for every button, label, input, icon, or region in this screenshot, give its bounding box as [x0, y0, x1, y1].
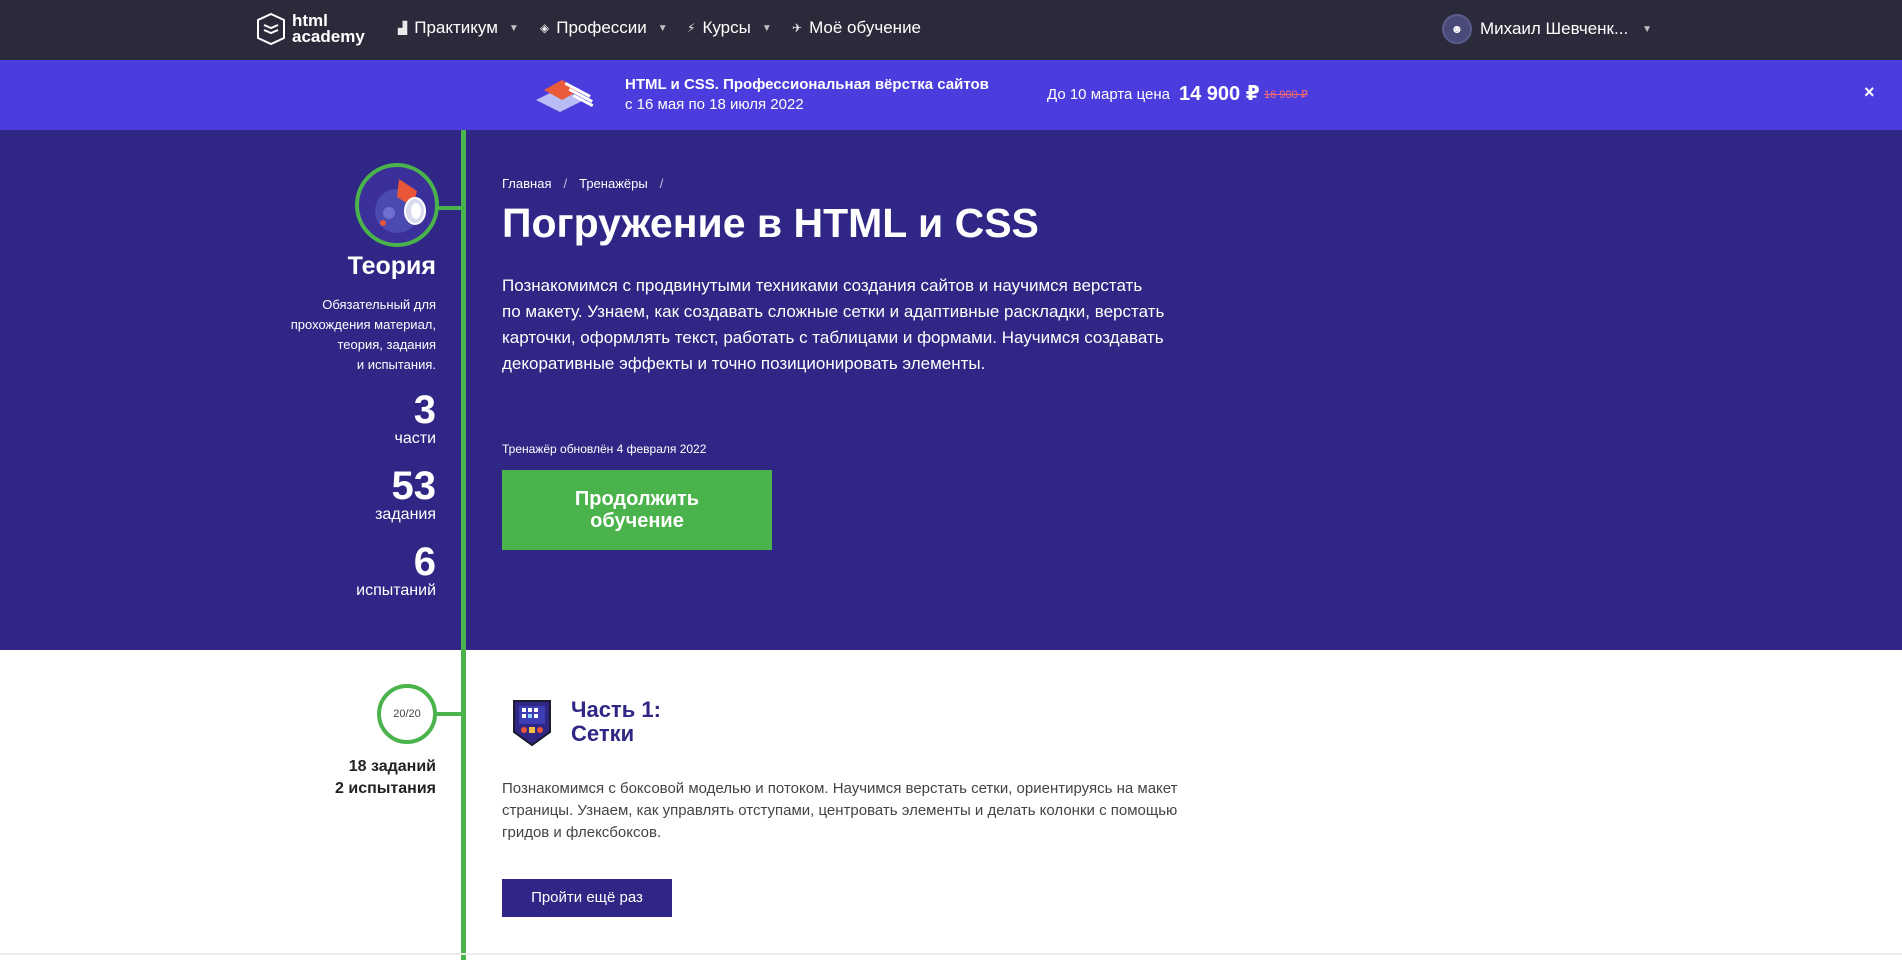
part-desc-line: гридов и флексбоксов. [502, 824, 662, 841]
lightning-icon: ⚡ [687, 21, 696, 35]
promo-illustration-icon [536, 80, 594, 112]
nav-item-professions[interactable]: ◈ Профессии ▼ [540, 18, 668, 38]
logo-text: html academy [292, 12, 365, 46]
timeline-connector [437, 712, 464, 716]
hero-desc-line: карточки, оформлять текст, работать с та… [502, 328, 1164, 347]
close-icon[interactable]: × [1864, 82, 1875, 103]
hero-desc-line: Познакомимся с продвинутыми техниками со… [502, 276, 1143, 295]
theory-desc-line: прохождения материал, [290, 317, 436, 332]
promo-title: HTML и CSS. Профессиональная вёрстка сай… [625, 76, 989, 93]
promo-dates: с 16 мая по 18 июля 2022 [625, 96, 804, 113]
stat-tasks: 53 задания [375, 466, 436, 524]
updated-date: Тренажёр обновлён 4 февраля 2022 [502, 442, 707, 456]
grid-badge-icon [513, 700, 551, 747]
promo-price: 14 900 ₽ [1179, 83, 1260, 105]
part-title-line-1: Часть 1: [571, 697, 661, 722]
page-title: Погружение в HTML и CSS [502, 200, 1039, 246]
promo-old-price: 16 900 ₽ [1264, 89, 1308, 101]
part-description: Познакомимся с боксовой моделью и потоко… [502, 778, 1242, 844]
timeline-connector [436, 206, 464, 210]
caret-down-icon: ▼ [657, 22, 668, 34]
theory-desc-line: Обязательный для [322, 297, 436, 312]
promo-price-label: До 10 марта цена [1047, 86, 1170, 103]
hero-description: Познакомимся с продвинутыми техниками со… [502, 273, 1202, 377]
nav-item-label: Практикум [414, 18, 498, 37]
theory-description: Обязательный для прохождения материал, т… [246, 295, 436, 375]
nav-item-label: Курсы [702, 18, 751, 37]
breadcrumb: Главная / Тренажёры / [502, 176, 663, 191]
continue-label-line-2: обучение [590, 510, 684, 532]
breadcrumb-link-trainers[interactable]: Тренажёры [579, 176, 648, 191]
logo-icon [257, 12, 285, 46]
nav-item-courses[interactable]: ⚡ Курсы ▼ [687, 18, 772, 38]
rocket-icon: ✈ [792, 21, 803, 35]
caret-down-icon: ▼ [508, 22, 519, 34]
user-name: Михаил Шевченк... [1480, 19, 1629, 38]
stat-number: 6 [413, 540, 436, 584]
breadcrumb-separator: / [659, 176, 664, 191]
logo[interactable]: html academy [256, 12, 365, 46]
progress-timeline [461, 130, 466, 960]
retry-button[interactable]: Пройти ещё раз [502, 879, 672, 917]
user-menu[interactable]: ☻ Михаил Шевченк... ▼ [1442, 14, 1652, 44]
part-stats: 18 заданий 2 испытания [335, 756, 436, 800]
continue-label-line-1: Продолжить [574, 488, 700, 510]
section-divider [0, 953, 1902, 955]
stat-number: 3 [413, 388, 436, 432]
continue-learning-button[interactable]: Продолжить обучение [502, 470, 772, 550]
theory-desc-line: и испытания. [356, 357, 436, 372]
part-desc-line: Познакомимся с боксовой моделью и потоко… [502, 780, 1178, 797]
part-tasks-count: 18 заданий [348, 758, 436, 775]
part-title[interactable]: Часть 1: Сетки [571, 698, 661, 746]
theory-desc-line: теория, задания [337, 337, 436, 352]
nav-item-label: Профессии [556, 18, 647, 37]
theory-badge [355, 163, 439, 247]
graduation-cap-icon: ◈ [540, 21, 550, 35]
part-title-line-2: Сетки [571, 721, 635, 746]
caret-down-icon: ▼ [1642, 23, 1653, 35]
logo-line-2: academy [292, 27, 365, 46]
avatar: ☻ [1442, 14, 1472, 44]
top-navigation: html academy ▟ Практикум ▼ ◈ Профессии ▼… [0, 0, 1902, 60]
stat-trials: 6 испытаний [356, 542, 436, 600]
stat-label: части [394, 430, 437, 447]
caret-down-icon: ▼ [761, 22, 772, 34]
breadcrumb-link-home[interactable]: Главная [502, 176, 551, 191]
part-trials-count: 2 испытания [335, 780, 436, 797]
nav-item-label: Моё обучение [809, 18, 922, 37]
hero-desc-line: по макету. Узнаем, как создавать сложные… [502, 302, 1165, 321]
nav-item-praktikum[interactable]: ▟ Практикум ▼ [398, 18, 519, 38]
stat-number: 53 [391, 464, 437, 508]
stat-parts: 3 части [395, 390, 437, 448]
part-progress-text: 20/20 [393, 708, 421, 720]
part-progress-circle: 20/20 [377, 684, 437, 744]
bars-icon: ▟ [398, 21, 408, 35]
theory-title: Теория [347, 252, 436, 280]
diver-helmet-icon [375, 179, 426, 233]
part-desc-line: страницы. Узнаем, как управлять отступам… [502, 802, 1178, 819]
stat-label: испытаний [356, 582, 436, 599]
promo-banner[interactable]: HTML и CSS. Профессиональная вёрстка сай… [0, 60, 1902, 130]
breadcrumb-separator: / [563, 176, 568, 191]
hero-desc-line: декоративные эффекты и точно позициониро… [502, 354, 986, 373]
stat-label: задания [375, 506, 436, 523]
nav-item-my-learning[interactable]: ✈ Моё обучение [792, 18, 921, 38]
